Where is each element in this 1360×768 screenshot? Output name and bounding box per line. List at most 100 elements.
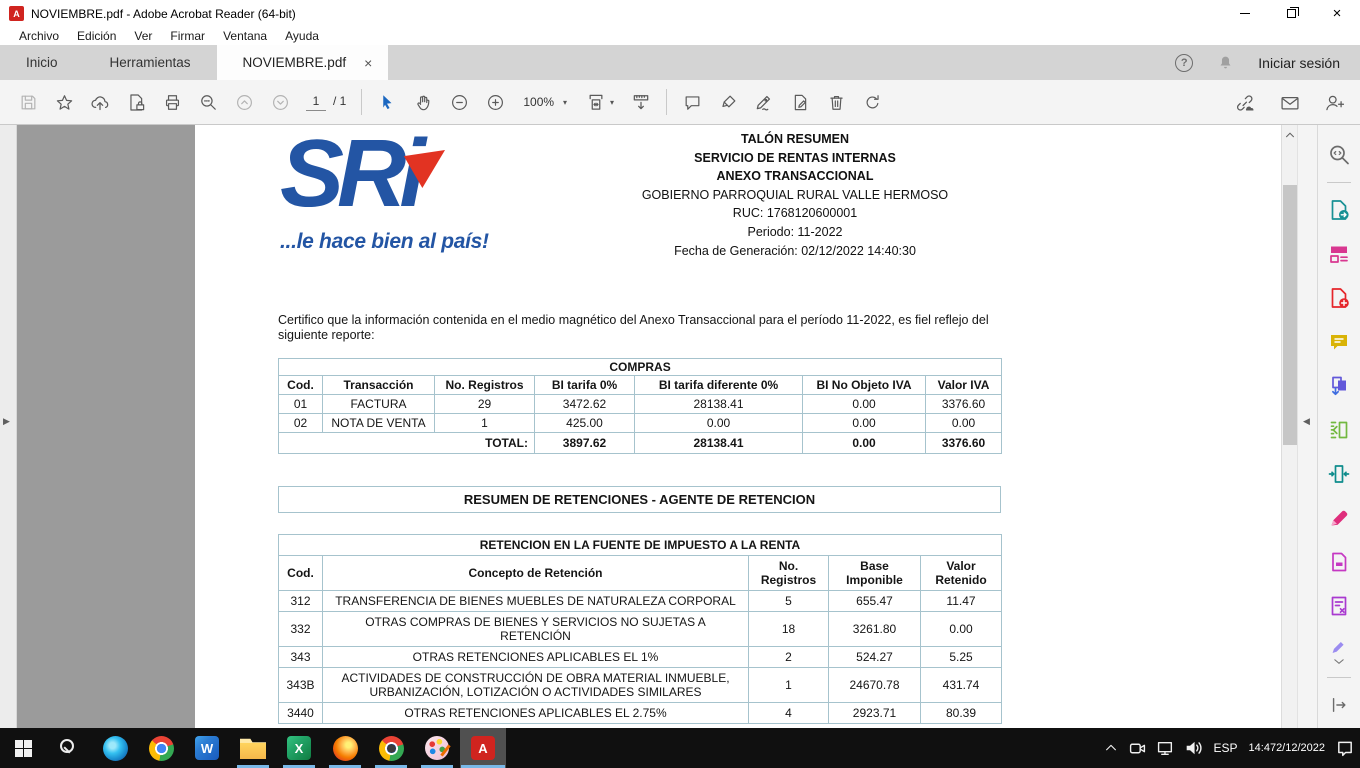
email-button[interactable] [1272,87,1308,119]
tool-protect-pdf[interactable] [1318,540,1360,584]
retencion-table: RETENCION EN LA FUENTE DE IMPUESTO A LA … [278,534,1002,724]
table-cell: 02 [279,414,323,433]
table-cell: 0.00 [926,414,1002,433]
comment-button[interactable] [674,86,710,118]
menu-item-edicion[interactable]: Edición [68,29,125,43]
tray-language-button[interactable]: ESP [1214,741,1238,755]
network-icon [1157,740,1174,757]
table-cell: 332 [279,612,323,647]
tab-document[interactable]: NOVIEMBRE.pdf × [217,45,389,80]
toolbar-divider [666,89,667,115]
action-center-button[interactable] [1336,739,1354,757]
table-row: COMPRAS [279,359,1002,376]
save-icon [19,93,38,112]
zoom-in-icon [486,93,505,112]
save-button[interactable] [10,86,46,118]
tray-hidden-icons-button[interactable] [1104,741,1118,755]
taskbar-search-button[interactable] [46,728,92,768]
tray-meet-now-button[interactable] [1129,740,1146,757]
page-number-input[interactable]: 1 [306,94,326,111]
taskbar-chrome-button[interactable] [138,728,184,768]
tray-volume-button[interactable] [1185,739,1203,757]
share-link-button[interactable] [1228,87,1264,119]
table-cell: RETENCION EN LA FUENTE DE IMPUESTO A LA … [279,535,1002,556]
taskbar-edge-button[interactable] [92,728,138,768]
open-tools-panel-button[interactable] [1318,683,1360,727]
favorite-button[interactable] [46,86,82,118]
zoom-out-button[interactable] [441,86,477,118]
taskbar-file-explorer-button[interactable] [230,728,276,768]
window-controls: × [1222,0,1360,27]
menu-item-ver[interactable]: Ver [125,29,161,43]
collapse-right-pane-icon[interactable]: ◀ [1303,416,1310,427]
tool-compress-pdf[interactable] [1318,452,1360,496]
taskbar-start-button[interactable] [0,728,46,768]
fit-width-button[interactable] [623,86,659,118]
doc-header-block: TALÓN RESUMENSERVICIO DE RENTAS INTERNAS… [540,130,1050,260]
taskbar-firefox-button[interactable] [322,728,368,768]
rotate-button[interactable] [854,86,890,118]
tool-organize-pages[interactable] [1318,408,1360,452]
certify-paragraph: Certifico que la información contenida e… [278,313,1016,342]
highlight-button[interactable] [710,86,746,118]
taskbar-chrome-profile-button[interactable] [368,728,414,768]
taskbar-word-button[interactable]: W [184,728,230,768]
taskbar-paint-button[interactable] [414,728,460,768]
menu-item-firmar[interactable]: Firmar [161,29,214,43]
delete-button[interactable] [818,86,854,118]
zoom-in-button[interactable] [477,86,513,118]
word-icon: W [195,736,219,760]
next-page-button[interactable] [262,86,298,118]
tab-close-icon[interactable]: × [364,55,372,71]
tool-comment[interactable] [1318,320,1360,364]
print-button[interactable] [154,86,190,118]
share-people-button[interactable] [1316,87,1352,119]
menu-item-ayuda[interactable]: Ayuda [276,29,328,43]
taskbar-excel-button[interactable]: X [276,728,322,768]
find-button[interactable] [190,86,226,118]
sign-button[interactable] [746,86,782,118]
sign-in-button[interactable]: Iniciar sesión [1258,55,1340,71]
expand-left-pane-icon[interactable]: ▶ [3,416,10,427]
menu-item-archivo[interactable]: Archivo [10,29,68,43]
tool-combine-files[interactable] [1318,364,1360,408]
taskbar-clock[interactable]: 14:47 2/12/2022 [1249,741,1325,755]
restore-button[interactable] [1268,0,1314,27]
tool-find-navigate[interactable] [1318,133,1360,177]
tool-fill-sign[interactable] [1318,496,1360,540]
fill-sign-button[interactable] [782,86,818,118]
scrollbar-thumb[interactable] [1283,185,1297,445]
table-row: 343OTRAS RETENCIONES APLICABLES EL 1%252… [279,647,1002,668]
page-fit-dropdown[interactable]: ▾ [577,86,623,118]
taskbar-acrobat-button[interactable]: A [460,728,506,768]
help-icon[interactable]: ? [1175,54,1193,72]
minimize-button[interactable] [1222,0,1268,27]
previous-page-button[interactable] [226,86,262,118]
tab-inicio[interactable]: Inicio [0,45,84,80]
person-plus-icon [1324,93,1344,113]
export-locked-button[interactable] [118,86,154,118]
zoom-level-dropdown[interactable]: 100% ▾ [523,95,567,109]
scroll-up-button[interactable] [1282,128,1298,142]
table-cell: Cod. [279,376,323,395]
tool-prepare-form[interactable] [1318,584,1360,628]
table-cell: No. Registros [435,376,535,395]
tool-edit-pdf[interactable] [1318,232,1360,276]
tool-create-pdf[interactable] [1318,276,1360,320]
doc-header-line: GOBIERNO PARROQUIAL RURAL VALLE HERMOSO [540,186,1050,205]
tab-herramientas[interactable]: Herramientas [84,45,217,80]
menu-item-ventana[interactable]: Ventana [214,29,276,43]
table-cell: TRANSFERENCIA DE BIENES MUEBLES DE NATUR… [323,591,749,612]
excel-icon: X [287,736,311,760]
clock-date: 2/12/2022 [1276,741,1325,755]
tray-network-button[interactable] [1157,740,1174,757]
upload-cloud-button[interactable] [82,86,118,118]
select-tool-button[interactable] [369,86,405,118]
table-cell: ACTIVIDADES DE CONSTRUCCIÓN DE OBRA MATE… [323,668,749,703]
close-button[interactable]: × [1314,0,1360,27]
tool-export-pdf[interactable] [1318,188,1360,232]
tool-more-tools[interactable] [1318,628,1360,672]
bell-icon[interactable] [1217,54,1234,72]
table-cell: 0.00 [803,433,926,454]
hand-tool-button[interactable] [405,86,441,118]
